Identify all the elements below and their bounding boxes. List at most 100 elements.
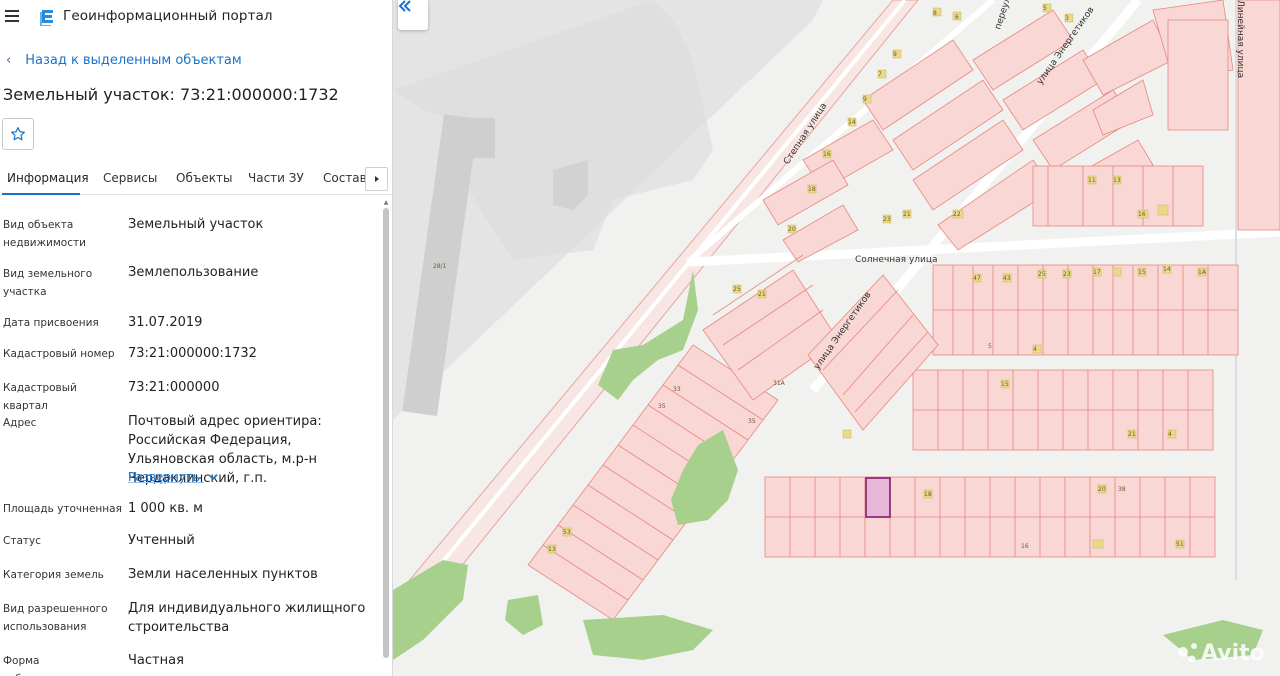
prop-label-cadastral-number: Кадастровый номер (3, 348, 115, 360)
building-label: 5 (988, 343, 992, 350)
building-label: 21 (758, 291, 766, 298)
watermark-text: Avito (1201, 641, 1265, 666)
prop-value-object-type: Земельный участок (128, 217, 264, 232)
prop-value-parcel-type: Землепользование (128, 265, 259, 280)
building-label: 18 (808, 186, 816, 193)
prop-value-assign-date: 31.07.2019 (128, 315, 203, 330)
building-label: 6 (955, 14, 959, 21)
parcel-block-east (764, 264, 1239, 558)
prop-label-cadastral-quarter: Кадастровый квартал (3, 382, 77, 412)
building-label: 47 (973, 275, 981, 282)
building-label: 21 (903, 211, 911, 218)
tabs-scroll-right-button[interactable] (365, 167, 388, 191)
tab-services[interactable]: Сервисы (103, 171, 157, 185)
building-label: 22 (953, 211, 961, 218)
building-label: 17 (1093, 269, 1101, 276)
prop-value-land-category: Земли населенных пунктов (128, 567, 318, 582)
building-label: 4 (1168, 431, 1172, 438)
industrial-building (455, 118, 495, 158)
street-label-pereulok: переулок (993, 0, 1016, 31)
back-link-label: Назад к выделенным объектам (25, 53, 242, 68)
building-label: 13 (1113, 177, 1121, 184)
app-title: Геоинформационный портал (63, 8, 273, 24)
building-label: 13 (548, 546, 556, 553)
object-title: Земельный участок: 73:21:000000:1732 (3, 85, 339, 104)
building-label: 53 (563, 529, 571, 536)
prop-value-area: 1 000 кв. м (128, 501, 203, 516)
building-label: 21 (1128, 431, 1136, 438)
building-label: 16 (1138, 211, 1146, 218)
prop-label-address: Адрес (3, 417, 37, 429)
building-label: 31А (773, 380, 786, 387)
tabs-bar: Информация Сервисы Объекты Части ЗУ Сост… (0, 165, 392, 195)
street-label-lineynaya: Линейная улица (1235, 0, 1245, 78)
prop-label-status: Статус (3, 535, 41, 547)
chevron-down-icon (208, 474, 218, 481)
building-label: 51 (1176, 541, 1184, 548)
scroll-up-arrow-icon[interactable]: ▲ (383, 200, 389, 206)
prop-label-permitted-use: Вид разрешенного использования (3, 603, 108, 633)
building-label: 43 (1003, 275, 1011, 282)
building-label: 7 (878, 71, 882, 78)
caret-right-icon (374, 176, 379, 182)
prop-label-land-category: Категория земель (3, 569, 104, 581)
building-label: 23 (883, 216, 891, 223)
building-label: 33 (673, 386, 681, 393)
prop-value-permitted-use: Для индивидуального жилищного строительс… (128, 601, 366, 635)
building-label: 20 (1098, 486, 1106, 493)
prop-value-cadastral-number: 73:21:000000:1732 (128, 346, 257, 361)
building-label: 4 (1033, 346, 1037, 353)
prop-value-ownership: Частная (128, 653, 184, 668)
map-canvas[interactable]: 28/1 Степная улица Солнечная улица улица… (393, 0, 1280, 676)
favorite-button[interactable] (2, 118, 34, 150)
building-label: 15 (1001, 381, 1009, 388)
panel-scrollbar[interactable]: ▲ (383, 200, 389, 676)
building-label: 1А (1198, 269, 1207, 276)
parcel-block-southwest (527, 254, 939, 621)
building-label: 9 (893, 51, 897, 58)
building-label: 8 (933, 10, 937, 17)
building-label: 3 (1065, 15, 1069, 22)
building-label: 14 (1163, 266, 1171, 273)
building-label: 35 (748, 418, 756, 425)
prop-label-assign-date: Дата присвоения (3, 317, 99, 329)
app-bar: Геоинформационный портал (0, 0, 392, 34)
prop-value-status: Учтенный (128, 533, 195, 548)
double-chevron-left-icon (398, 0, 411, 12)
map-view[interactable]: 28/1 Степная улица Солнечная улица улица… (393, 0, 1280, 676)
prop-label-ownership: Форма собственности (3, 655, 85, 676)
tab-parcel-parts[interactable]: Части ЗУ (248, 171, 304, 185)
building-label: 16 (1021, 543, 1029, 550)
building-label: 25 (733, 286, 741, 293)
scroll-thumb[interactable] (383, 208, 389, 658)
tab-objects[interactable]: Объекты (176, 171, 232, 185)
star-icon (11, 127, 25, 141)
chevron-left-icon: ‹ (6, 53, 12, 68)
collapse-panel-button[interactable] (398, 0, 428, 30)
building-label: 5 (1043, 5, 1047, 12)
active-tab-indicator (2, 193, 80, 195)
expand-label: Развернуть (128, 470, 201, 484)
selected-parcel-73-21-000000-1732[interactable] (865, 477, 891, 518)
solnechnaya-street (687, 227, 1280, 267)
prop-label-object-type: Вид объекта недвижимости (3, 219, 86, 249)
street-label-solnechnaya: Солнечная улица (855, 255, 938, 265)
expand-address-link[interactable]: Развернуть (128, 470, 218, 484)
building-label: 16 (823, 151, 831, 158)
left-panel: Геоинформационный портал ‹ Назад к выделе… (0, 0, 393, 676)
prop-label-parcel-type: Вид земельного участка (3, 268, 93, 298)
back-to-selected-link[interactable]: ‹ Назад к выделенным объектам (6, 53, 242, 68)
building-label: 11 (1088, 177, 1096, 184)
tab-composition[interactable]: Состав (323, 171, 367, 185)
building-label: 14 (848, 119, 856, 126)
building-label: 18 (924, 491, 932, 498)
tab-information[interactable]: Информация (7, 171, 89, 185)
prop-label-area: Площадь уточненная (3, 503, 122, 515)
building-label: 15 (1138, 269, 1146, 276)
hamburger-icon[interactable] (5, 10, 19, 22)
building-label: 20 (788, 226, 796, 233)
building-label: 35 (658, 403, 666, 410)
building-label: 9 (863, 96, 867, 103)
building-label: 38 (1118, 486, 1126, 493)
building-label: 25 (1038, 271, 1046, 278)
